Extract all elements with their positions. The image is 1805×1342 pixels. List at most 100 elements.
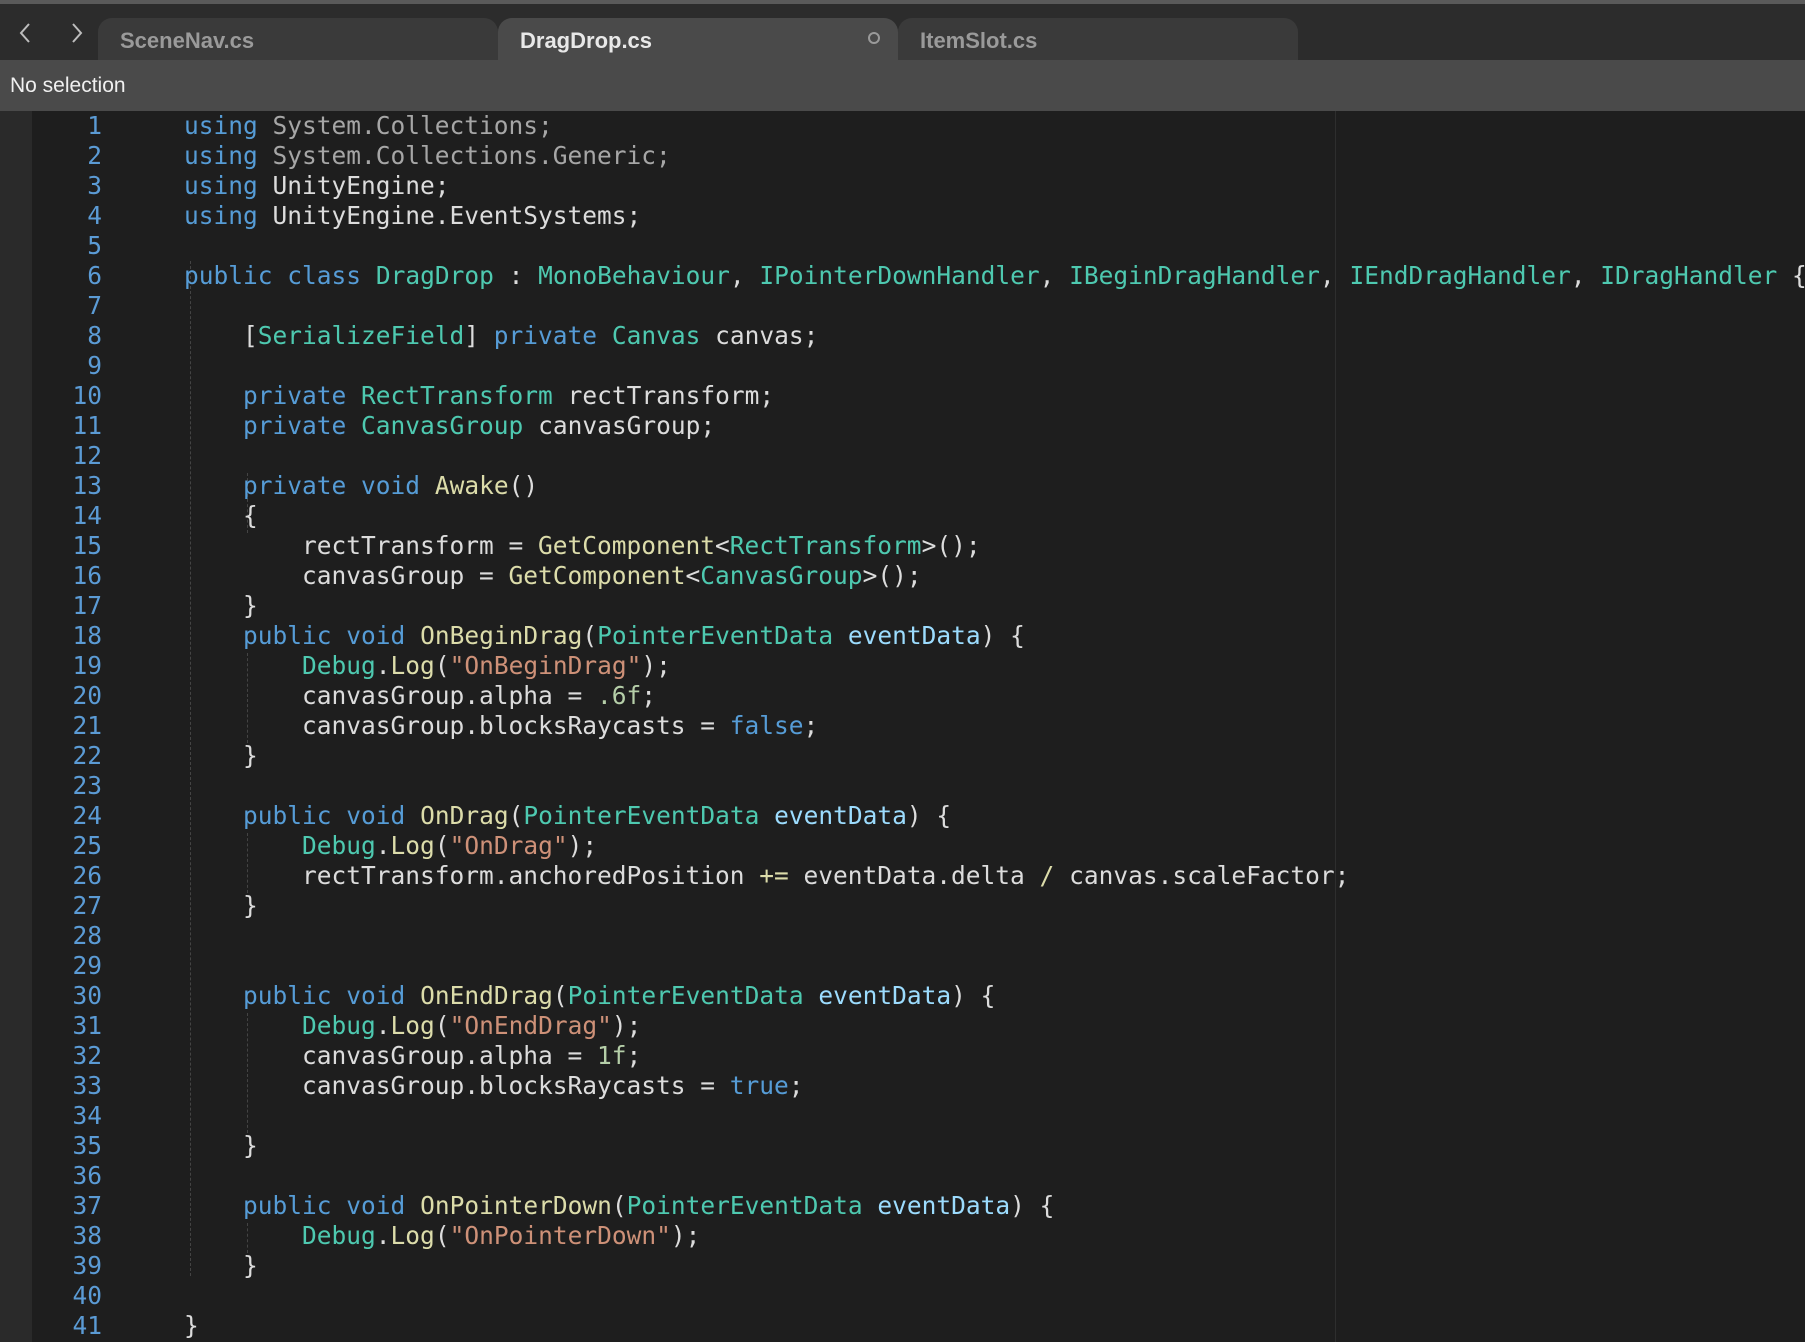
code-line: 4 using UnityEngine.EventSystems; xyxy=(0,201,1805,231)
code-token: void xyxy=(346,621,406,650)
code-text: public void OnBeginDrag(PointerEventData… xyxy=(184,621,1025,651)
code-token: < xyxy=(685,561,701,590)
code-token: eventData xyxy=(774,801,907,830)
code-token: "OnBeginDrag" xyxy=(449,651,642,680)
code-token: . xyxy=(375,831,391,860)
code-token: rectTransform.anchoredPosition xyxy=(184,861,760,890)
code-token: ( xyxy=(552,981,568,1010)
code-lines: 1 using System.Collections; 2 using System.… xyxy=(0,111,1805,1341)
code-token: using xyxy=(184,201,258,230)
line-number: 4 xyxy=(87,201,102,230)
code-line: 7 xyxy=(0,291,1805,321)
code-token: Awake xyxy=(434,471,509,500)
code-token: SerializeField xyxy=(257,321,465,350)
code-token: .6f xyxy=(597,681,642,710)
line-number: 16 xyxy=(72,561,102,590)
line-number: 10 xyxy=(72,381,102,410)
chevron-right-icon[interactable] xyxy=(62,18,92,48)
code-text: } xyxy=(184,741,258,771)
code-token: private xyxy=(243,411,347,440)
code-text: canvasGroup.alpha = .6f; xyxy=(184,681,656,711)
tab-itemslot[interactable]: ItemSlot.cs xyxy=(898,18,1298,64)
code-line: 31 Debug.Log("OnEndDrag"); xyxy=(0,1011,1805,1041)
code-line: 1 using System.Collections; xyxy=(0,111,1805,141)
code-text: private CanvasGroup canvasGroup; xyxy=(184,411,715,441)
code-token: OnPointerDown xyxy=(420,1191,612,1220)
code-text: } xyxy=(184,1311,199,1341)
code-token: RectTransform xyxy=(361,381,553,410)
code-line: 30 public void OnEndDrag(PointerEventDat… xyxy=(0,981,1805,1011)
code-token: ( xyxy=(508,801,524,830)
unsaved-dot-icon[interactable] xyxy=(868,32,880,44)
code-token: [ xyxy=(184,321,258,350)
code-token: GetComponent xyxy=(538,531,716,560)
line-number: 35 xyxy=(72,1131,102,1160)
code-token: rectTransform; xyxy=(552,381,775,410)
code-token: IBeginDragHandler xyxy=(1069,261,1320,290)
code-editor[interactable]: 1 using System.Collections; 2 using System.… xyxy=(0,111,1805,1342)
code-token: Log xyxy=(390,831,435,860)
line-number: 9 xyxy=(87,351,102,380)
code-token: DragDrop xyxy=(375,261,494,290)
code-token: PointerEventData xyxy=(567,981,804,1010)
code-line: 41} xyxy=(0,1311,1805,1341)
line-number: 29 xyxy=(72,951,102,980)
code-text: public void OnPointerDown(PointerEventDa… xyxy=(184,1191,1054,1221)
line-number: 18 xyxy=(72,621,102,650)
line-number: 3 xyxy=(87,171,102,200)
line-number: 5 xyxy=(87,231,102,260)
line-number: 33 xyxy=(72,1071,102,1100)
selection-status-bar: No selection xyxy=(0,60,1805,111)
code-token: , xyxy=(1319,261,1350,290)
code-line: 21 canvasGroup.blocksRaycasts = false; xyxy=(0,711,1805,741)
code-line: 10 private RectTransform rectTransform; xyxy=(0,381,1805,411)
code-line: 24 public void OnDrag(PointerEventData e… xyxy=(0,801,1805,831)
chevron-left-icon[interactable] xyxy=(10,18,40,48)
code-token: void xyxy=(346,981,406,1010)
code-token: canvasGroup; xyxy=(523,411,716,440)
code-token: ( xyxy=(434,1011,450,1040)
code-token: CanvasGroup xyxy=(361,411,524,440)
line-number: 28 xyxy=(72,921,102,950)
code-line: 20 canvasGroup.alpha = .6f; xyxy=(0,681,1805,711)
code-token: canvas.scaleFactor; xyxy=(1054,861,1350,890)
code-token: ); xyxy=(567,831,598,860)
code-token: ( xyxy=(611,1191,627,1220)
line-number: 7 xyxy=(87,291,102,320)
code-token: } xyxy=(184,1251,258,1280)
code-token: ) { xyxy=(951,981,996,1010)
tab-scenenav[interactable]: SceneNav.cs xyxy=(98,18,498,64)
code-token: "OnPointerDown" xyxy=(449,1221,671,1250)
code-text: private RectTransform rectTransform; xyxy=(184,381,774,411)
tab-dragdrop[interactable]: DragDrop.cs xyxy=(498,18,898,64)
code-line: 16 canvasGroup = GetComponent<CanvasGrou… xyxy=(0,561,1805,591)
code-token: ); xyxy=(670,1221,701,1250)
code-line: 2 using System.Collections.Generic; xyxy=(0,141,1805,171)
code-token: Log xyxy=(390,651,435,680)
line-number: 39 xyxy=(72,1251,102,1280)
code-text: [SerializeField] private Canvas canvas; xyxy=(184,321,818,351)
code-token: ) { xyxy=(1010,1191,1055,1220)
line-number: 20 xyxy=(72,681,102,710)
code-token: ); xyxy=(641,651,671,680)
code-line: 18 public void OnBeginDrag(PointerEventD… xyxy=(0,621,1805,651)
code-line: 40 xyxy=(0,1281,1805,1311)
tab-label: ItemSlot.cs xyxy=(920,28,1038,53)
line-number: 19 xyxy=(72,651,102,680)
line-number: 31 xyxy=(72,1011,102,1040)
code-line: 35 } xyxy=(0,1131,1805,1161)
code-token: eventData.delta xyxy=(788,861,1040,890)
line-number: 25 xyxy=(72,831,102,860)
code-token: using xyxy=(184,171,258,200)
code-text: using System.Collections.Generic; xyxy=(184,141,671,171)
code-token: Log xyxy=(390,1011,435,1040)
